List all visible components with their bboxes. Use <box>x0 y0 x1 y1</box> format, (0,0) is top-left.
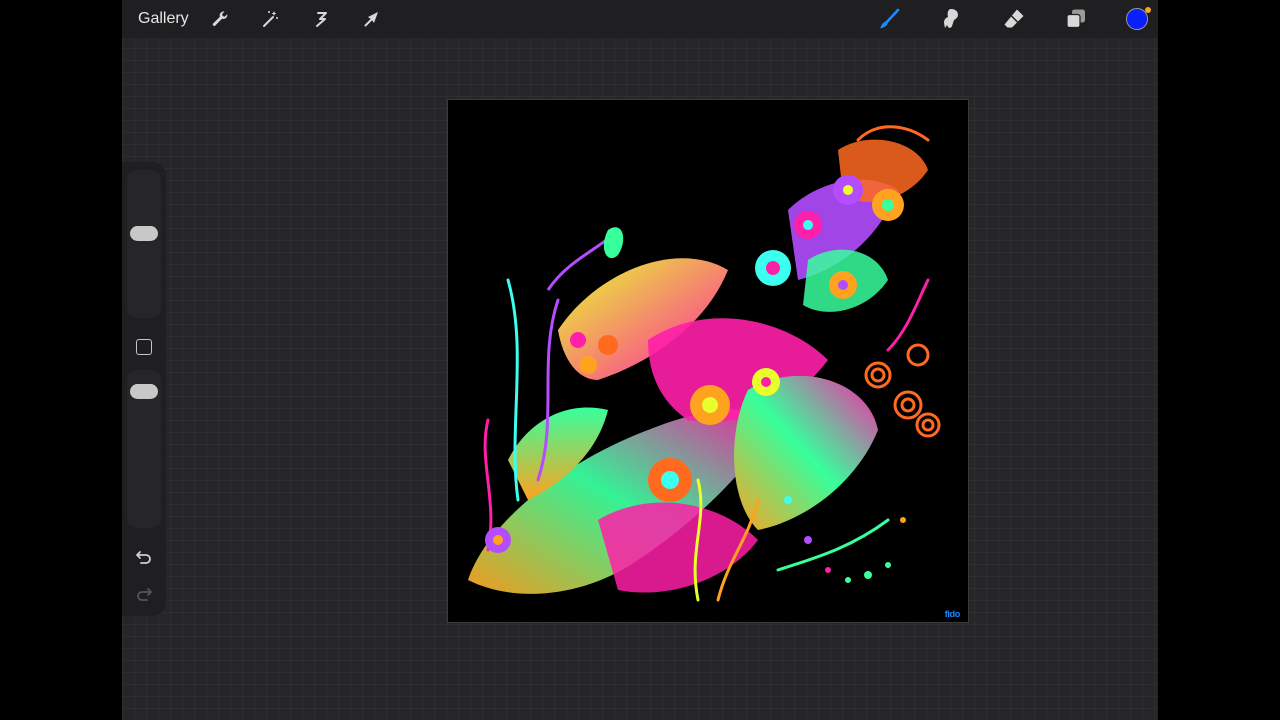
selection-icon <box>316 12 327 27</box>
brush-size-thumb[interactable] <box>130 226 158 241</box>
redo-button[interactable] <box>134 584 154 604</box>
smudge-button[interactable] <box>938 5 966 33</box>
eraser-button[interactable] <box>1000 5 1028 33</box>
side-toolbar <box>122 162 166 616</box>
wrench-icon <box>212 11 228 27</box>
top-toolbar: Gallery <box>122 0 1158 38</box>
actions-wrench-button[interactable] <box>206 5 234 33</box>
modify-square-icon[interactable] <box>136 339 152 355</box>
transform-button[interactable] <box>358 5 386 33</box>
layers-icon <box>1066 9 1085 29</box>
floral-artwork <box>468 125 941 602</box>
brush-size-slider[interactable] <box>127 170 161 318</box>
drawing-canvas[interactable]: fido <box>448 100 968 622</box>
artwork-signature: fido <box>944 609 961 619</box>
smudge-icon <box>944 9 958 28</box>
layers-button[interactable] <box>1062 5 1090 33</box>
redo-icon <box>137 588 152 601</box>
magic-wand-icon <box>263 11 278 27</box>
color-notification-dot <box>1145 7 1151 13</box>
undo-button[interactable] <box>134 547 154 567</box>
transform-arrow-icon <box>364 12 378 27</box>
opacity-slider[interactable] <box>127 370 161 528</box>
gallery-button[interactable]: Gallery <box>138 0 189 38</box>
opacity-thumb[interactable] <box>130 384 158 399</box>
undo-icon <box>136 551 151 564</box>
adjustments-magic-wand-button[interactable] <box>256 5 284 33</box>
procreate-app: Gallery fido <box>122 0 1158 720</box>
brush-icon <box>880 8 900 29</box>
selection-button[interactable] <box>308 5 336 33</box>
eraser-icon <box>1004 9 1024 28</box>
brush-button[interactable] <box>876 5 904 33</box>
